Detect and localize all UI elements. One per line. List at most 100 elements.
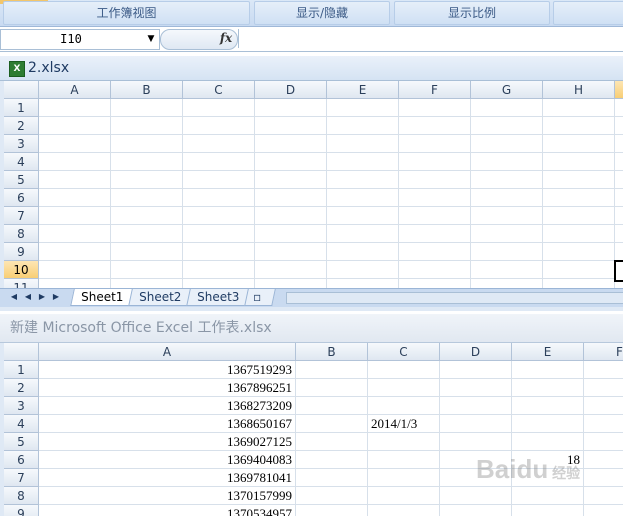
row-header[interactable]: 2 <box>4 117 39 135</box>
cell[interactable] <box>255 243 327 261</box>
horizontal-scrollbar[interactable] <box>286 292 623 304</box>
column-header[interactable]: D <box>440 343 512 361</box>
cell[interactable] <box>615 99 623 117</box>
cell[interactable] <box>399 279 471 288</box>
cell[interactable] <box>183 279 255 288</box>
cell[interactable] <box>399 135 471 153</box>
cell[interactable] <box>368 451 440 469</box>
cell[interactable] <box>399 207 471 225</box>
worksheet-grid-1[interactable]: A B C D E F G H 1 2 3 4 5 6 7 8 9 10 11 <box>4 81 623 288</box>
sheet-tab-3[interactable]: Sheet3 <box>186 289 251 306</box>
cell[interactable] <box>584 379 623 397</box>
cell[interactable] <box>39 117 111 135</box>
cell[interactable]: 1368273209 <box>39 397 296 415</box>
cell[interactable] <box>296 433 368 451</box>
cell[interactable] <box>111 261 183 279</box>
cell[interactable] <box>327 117 399 135</box>
cell[interactable] <box>615 225 623 243</box>
cell[interactable] <box>183 99 255 117</box>
row-header[interactable]: 7 <box>4 207 39 225</box>
last-sheet-icon[interactable]: ▶ <box>50 291 62 303</box>
cell[interactable] <box>512 433 584 451</box>
cell[interactable] <box>440 415 512 433</box>
chevron-down-icon[interactable]: ▼ <box>145 30 157 49</box>
column-header[interactable]: B <box>296 343 368 361</box>
row-header[interactable]: 5 <box>4 433 39 451</box>
cell[interactable] <box>512 505 584 516</box>
cell[interactable] <box>368 397 440 415</box>
cell[interactable] <box>584 433 623 451</box>
cell[interactable] <box>368 379 440 397</box>
cell[interactable] <box>39 189 111 207</box>
cell[interactable] <box>111 117 183 135</box>
cell[interactable] <box>543 117 615 135</box>
ribbon-group-window[interactable] <box>553 1 623 25</box>
cell[interactable] <box>471 279 543 288</box>
cell[interactable] <box>471 171 543 189</box>
row-header[interactable]: 2 <box>4 379 39 397</box>
cell[interactable] <box>255 207 327 225</box>
cell[interactable]: 1369027125 <box>39 433 296 451</box>
insert-sheet-button[interactable]: ▫ <box>244 289 276 306</box>
cell[interactable] <box>255 135 327 153</box>
cell[interactable]: 1368650167 <box>39 415 296 433</box>
cell[interactable] <box>296 361 368 379</box>
column-header-i[interactable] <box>615 81 623 99</box>
cell[interactable] <box>512 397 584 415</box>
cell[interactable] <box>471 207 543 225</box>
row-header[interactable]: 4 <box>4 415 39 433</box>
cell[interactable] <box>296 505 368 516</box>
cell[interactable] <box>183 261 255 279</box>
cell[interactable] <box>440 433 512 451</box>
cell[interactable] <box>39 207 111 225</box>
window-split-handle[interactable] <box>614 260 623 282</box>
cell[interactable] <box>183 171 255 189</box>
column-header[interactable]: A <box>39 81 111 99</box>
window-title-bar[interactable]: 新建 Microsoft Office Excel 工作表.xlsx <box>0 314 623 343</box>
cell[interactable] <box>471 117 543 135</box>
column-header[interactable]: E <box>327 81 399 99</box>
cell[interactable] <box>111 207 183 225</box>
cell[interactable] <box>512 379 584 397</box>
cell[interactable] <box>39 225 111 243</box>
cell[interactable] <box>255 279 327 288</box>
cell[interactable] <box>327 153 399 171</box>
cell[interactable] <box>327 225 399 243</box>
ribbon-group-zoom[interactable]: 显示比例 <box>394 1 550 25</box>
cell[interactable] <box>399 153 471 171</box>
cell[interactable] <box>296 451 368 469</box>
cell[interactable] <box>543 153 615 171</box>
cell[interactable] <box>368 433 440 451</box>
cell[interactable] <box>399 225 471 243</box>
cell[interactable] <box>327 171 399 189</box>
cell[interactable]: 1369781041 <box>39 469 296 487</box>
cell[interactable] <box>399 261 471 279</box>
cell[interactable] <box>543 135 615 153</box>
cell[interactable] <box>255 261 327 279</box>
cell[interactable] <box>543 171 615 189</box>
cell[interactable] <box>327 243 399 261</box>
cell[interactable] <box>296 397 368 415</box>
sheet-tab-1[interactable]: Sheet1 <box>70 289 135 306</box>
cell[interactable] <box>255 225 327 243</box>
cell[interactable] <box>183 207 255 225</box>
row-header[interactable]: 11 <box>4 279 39 288</box>
cell[interactable] <box>111 135 183 153</box>
column-header[interactable]: D <box>255 81 327 99</box>
cell[interactable] <box>512 361 584 379</box>
column-header[interactable]: H <box>543 81 615 99</box>
cell[interactable] <box>615 153 623 171</box>
cell[interactable] <box>440 361 512 379</box>
cell[interactable] <box>399 99 471 117</box>
cell[interactable] <box>440 379 512 397</box>
cell[interactable] <box>39 153 111 171</box>
cell[interactable] <box>615 135 623 153</box>
next-sheet-icon[interactable]: ▶ <box>36 291 48 303</box>
cell[interactable] <box>543 279 615 288</box>
cell[interactable] <box>584 505 623 516</box>
column-header[interactable]: C <box>183 81 255 99</box>
row-header[interactable]: 6 <box>4 189 39 207</box>
cell[interactable] <box>111 189 183 207</box>
first-sheet-icon[interactable]: ◀ <box>8 291 20 303</box>
cell[interactable] <box>440 505 512 516</box>
